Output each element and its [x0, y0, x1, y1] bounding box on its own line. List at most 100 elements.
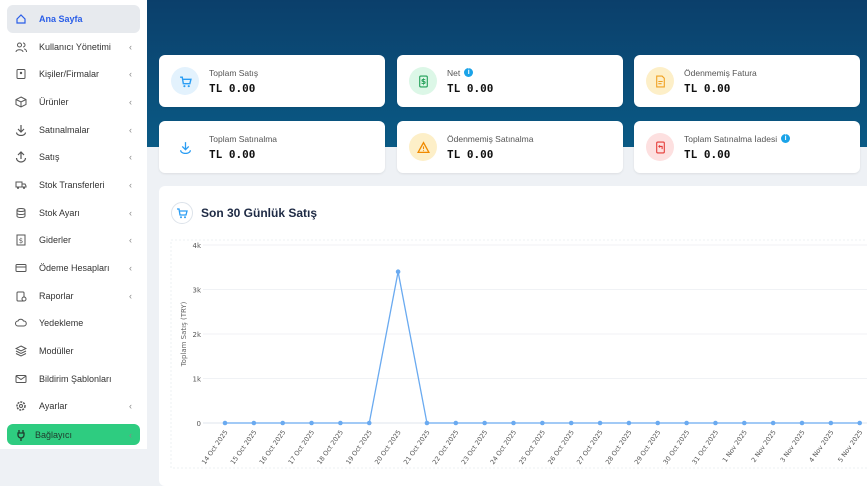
- data-point: [597, 420, 603, 426]
- x-tick-label: 26 Oct 2025: [546, 429, 576, 467]
- download-icon: [15, 124, 27, 136]
- sidebar-item-label: Satınalmalar: [39, 124, 90, 135]
- x-tick-label: 21 Oct 2025: [402, 429, 432, 467]
- x-tick-label: 14 Oct 2025: [200, 429, 230, 467]
- chevron-left-icon: ‹: [129, 179, 132, 190]
- data-point: [626, 420, 632, 426]
- x-tick-label: 20 Oct 2025: [373, 429, 403, 467]
- dollar-icon: $: [409, 67, 437, 95]
- plug-icon: [15, 429, 27, 441]
- cloud-icon: [15, 317, 27, 329]
- y-axis-label: Toplam Satış (TRY): [180, 301, 188, 367]
- stat-card-title: Net: [447, 67, 461, 78]
- x-tick-label: 23 Oct 2025: [460, 429, 490, 467]
- x-tick-label: 25 Oct 2025: [517, 429, 547, 467]
- home-icon: [15, 13, 27, 25]
- stat-card: Toplam Satış TL 0.00: [159, 55, 385, 107]
- sidebar-item-label: Modüller: [39, 346, 74, 357]
- contacts-icon: [15, 68, 27, 80]
- info-icon[interactable]: i: [781, 134, 791, 143]
- series-line: [225, 271, 860, 424]
- data-point: [453, 420, 459, 426]
- x-tick-label: 17 Oct 2025: [287, 429, 317, 467]
- data-point: [482, 420, 487, 426]
- y-tick-label: 0: [197, 420, 201, 428]
- data-point: [828, 420, 834, 426]
- sidebar-item-mod-ller[interactable]: Modüller: [7, 337, 140, 365]
- x-tick-label: 16 Oct 2025: [258, 429, 288, 467]
- chevron-left-icon: ‹: [129, 263, 132, 274]
- y-tick-label: 2k: [192, 331, 201, 339]
- sidebar-item-label: Kişiler/Firmalar: [39, 69, 100, 80]
- sidebar-item--r-nler[interactable]: Ürünler ‹: [7, 88, 140, 116]
- sidebar-item-label: Raporlar: [39, 290, 74, 301]
- sidebar-item-sat-nalmalar[interactable]: Satınalmalar ‹: [7, 116, 140, 144]
- stat-card-value: TL 0.00: [684, 147, 731, 161]
- sidebar-item-giderler[interactable]: $ Giderler ‹: [7, 227, 140, 255]
- x-tick-label: 30 Oct 2025: [662, 429, 692, 467]
- sidebar-item-sat-[interactable]: Satış ‹: [7, 143, 140, 171]
- data-point: [713, 420, 718, 426]
- x-tick-label: 18 Oct 2025: [315, 429, 345, 467]
- data-point: [568, 420, 574, 426]
- x-tick-label: 27 Oct 2025: [575, 429, 605, 467]
- layers-icon: [15, 345, 27, 357]
- data-point: [251, 420, 257, 426]
- sidebar-item-ki-iler-firmalar[interactable]: Kişiler/Firmalar ‹: [7, 60, 140, 88]
- stat-card: $ Net i TL 0.00: [397, 55, 623, 107]
- data-point: [684, 420, 689, 426]
- sidebar-item-label: Bağlayıcı: [35, 429, 73, 440]
- stat-card-value: TL 0.00: [209, 147, 256, 161]
- info-icon[interactable]: i: [464, 68, 474, 77]
- sidebar-item-label: Ana Sayfa: [39, 13, 83, 24]
- sidebar-item-label: Yedekleme: [39, 318, 84, 329]
- sidebar-item-raporlar[interactable]: Raporlar ‹: [7, 282, 140, 310]
- sidebar: Ana Sayfa Kullanıcı Yönetimi ‹ Kişiler/Firm…: [0, 0, 147, 449]
- upload-icon: [15, 151, 27, 163]
- stat-card: Toplam Satınalma İadesi i TL 0.00: [634, 121, 860, 173]
- sidebar-item-bildirim-ablonlar-[interactable]: Bildirim Şablonları: [7, 365, 140, 393]
- sidebar-item-stok-ayar-[interactable]: Stok Ayarı ‹: [7, 199, 140, 227]
- y-tick-label: 3k: [192, 287, 201, 295]
- sidebar-item-stok-transferleri[interactable]: Stok Transferleri ‹: [7, 171, 140, 199]
- sidebar-item-ba-lay-c-[interactable]: Bağlayıcı ‹: [7, 424, 140, 446]
- data-point: [799, 420, 805, 426]
- stat-card-title: Ödenmemiş Fatura: [684, 67, 757, 78]
- sidebar-item-ayarlar[interactable]: Ayarlar ‹: [7, 393, 140, 421]
- line-chart: 0 1k 2k 3k 4k Toplam Satış (TRY) 14 Oct 2025 15…: [170, 239, 867, 469]
- sidebar-item-label: Ürünler: [39, 96, 69, 107]
- x-tick-label: 3 Nov 2025: [779, 429, 807, 464]
- receipt-icon: $: [15, 234, 27, 246]
- stat-card: Ödenmemiş Satınalma TL 0.00: [397, 121, 623, 173]
- sidebar-item-kullan-c-y-netimi[interactable]: Kullanıcı Yönetimi ‹: [7, 33, 140, 61]
- sidebar-item-yedekleme[interactable]: Yedekleme: [7, 310, 140, 338]
- svg-text:$: $: [19, 237, 23, 245]
- x-tick-label: 5 Nov 2025: [836, 429, 864, 464]
- return-icon: [646, 133, 674, 161]
- data-point: [338, 420, 343, 426]
- chevron-left-icon: ‹: [129, 401, 132, 412]
- chevron-left-icon: ‹: [129, 290, 132, 301]
- warning-icon: [409, 133, 437, 161]
- sidebar-item-ana-sayfa[interactable]: Ana Sayfa: [7, 5, 140, 33]
- data-point: [655, 420, 661, 426]
- data-point: [540, 420, 545, 426]
- invoice-icon: [646, 67, 674, 95]
- truck-icon: [15, 179, 27, 191]
- x-tick-label: 1 Nov 2025: [721, 429, 749, 464]
- x-tick-label: 28 Oct 2025: [604, 429, 634, 467]
- sidebar-item--deme-hesaplar-[interactable]: Ödeme Hesapları ‹: [7, 254, 140, 282]
- stat-card-title: Toplam Satış: [209, 67, 259, 78]
- report-icon: [15, 290, 27, 302]
- x-tick-label: 2 Nov 2025: [750, 429, 778, 464]
- chevron-left-icon: ‹: [129, 69, 132, 80]
- x-tick-label: 15 Oct 2025: [229, 429, 259, 467]
- data-point: [222, 420, 228, 426]
- gear-icon: [15, 400, 27, 412]
- x-tick-label: 29 Oct 2025: [633, 429, 663, 467]
- download-icon: [171, 133, 199, 161]
- sidebar-item-label: Ayarlar: [39, 401, 68, 412]
- data-point: [424, 420, 430, 426]
- mail-icon: [15, 373, 27, 385]
- chart-plot-frame: [170, 239, 867, 469]
